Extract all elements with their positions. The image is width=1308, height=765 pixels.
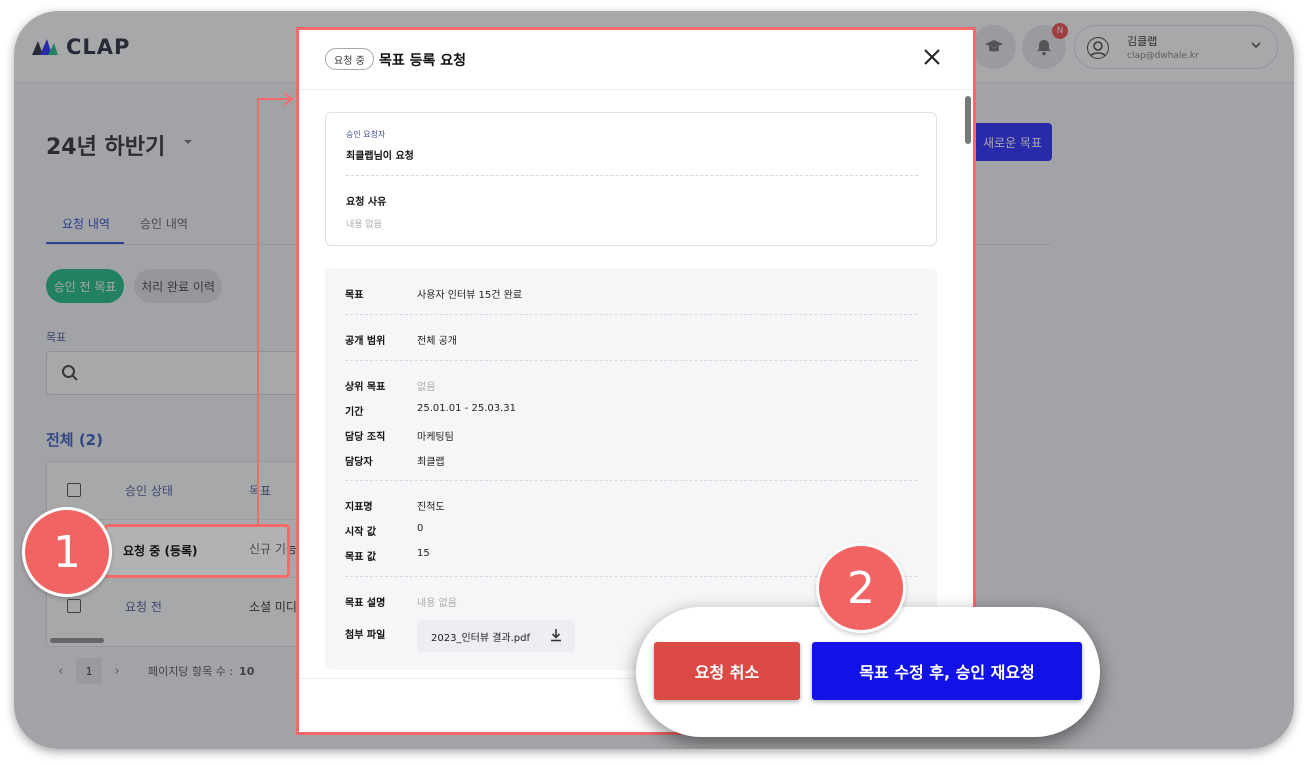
download-icon[interactable] <box>549 628 563 642</box>
modal-header: 요청 중 목표 등록 요청 <box>299 30 973 90</box>
detail-label-goal: 목표 <box>345 290 364 301</box>
reason-value: 내용 없음 <box>346 220 382 230</box>
detail-value-description: 내용 없음 <box>417 598 457 609</box>
requester-value: 최클랩님이 요청 <box>346 151 414 162</box>
attachment-file[interactable]: 2023_인터뷰 결과.pdf <box>417 620 575 652</box>
detail-value-target: 15 <box>417 548 430 559</box>
detail-label-parent: 상위 목표 <box>345 382 386 393</box>
detail-value-scope: 전체 공개 <box>417 336 457 347</box>
vertical-scrollbar[interactable] <box>965 96 971 144</box>
detail-label-scope: 공개 범위 <box>345 336 386 347</box>
detail-value-goal: 사용자 인터뷰 15건 완료 <box>417 290 523 301</box>
detail-label-owner: 담당자 <box>345 457 373 468</box>
requester-label: 승인 요청자 <box>346 130 386 139</box>
screenshot-frame: CLAP N 김클랩 clap@dwhale.kr 24년 하반기 새로운 목표… <box>14 11 1294 749</box>
detail-label-period: 기간 <box>345 407 364 418</box>
attachment-filename: 2023_인터뷰 결과.pdf <box>431 632 531 644</box>
detail-value-period: 25.01.01 - 25.03.31 <box>417 403 517 414</box>
detail-value-metric: 진척도 <box>417 502 445 513</box>
close-icon[interactable] <box>923 48 941 66</box>
step-2-callout: 2 <box>816 543 906 633</box>
modal-title: 목표 등록 요청 <box>379 53 467 69</box>
detail-label-attachment: 첨부 파일 <box>345 630 386 641</box>
row-status: 요청 중 (등록) <box>123 544 198 558</box>
app-background: CLAP N 김클랩 clap@dwhale.kr 24년 하반기 새로운 목표… <box>14 11 1294 749</box>
divider <box>345 314 917 315</box>
detail-value-org: 마케팅팀 <box>417 432 454 443</box>
divider <box>346 175 918 176</box>
detail-label-description: 목표 설명 <box>345 598 386 609</box>
detail-value-parent: 없음 <box>417 382 436 393</box>
status-badge: 요청 중 <box>325 48 374 70</box>
highlighted-row[interactable]: 요청 중 (등록) <box>104 524 290 578</box>
detail-label-metric: 지표명 <box>345 502 373 513</box>
divider <box>345 480 917 481</box>
detail-value-start: 0 <box>417 523 424 534</box>
step-1-callout: 1 <box>22 507 112 597</box>
detail-label-target: 목표 값 <box>345 552 377 563</box>
edit-and-rerequest-button[interactable]: 목표 수정 후, 승인 재요청 <box>812 642 1082 700</box>
request-info-card: 승인 요청자 최클랩님이 요청 요청 사유 내용 없음 <box>325 112 937 246</box>
divider <box>345 360 917 361</box>
detail-label-org: 담당 조직 <box>345 432 386 443</box>
detail-label-start: 시작 값 <box>345 527 377 538</box>
reason-label: 요청 사유 <box>346 197 387 208</box>
connector-arrow <box>257 92 294 525</box>
cancel-request-button[interactable]: 요청 취소 <box>654 642 800 700</box>
detail-value-owner: 최클랩 <box>417 457 445 468</box>
